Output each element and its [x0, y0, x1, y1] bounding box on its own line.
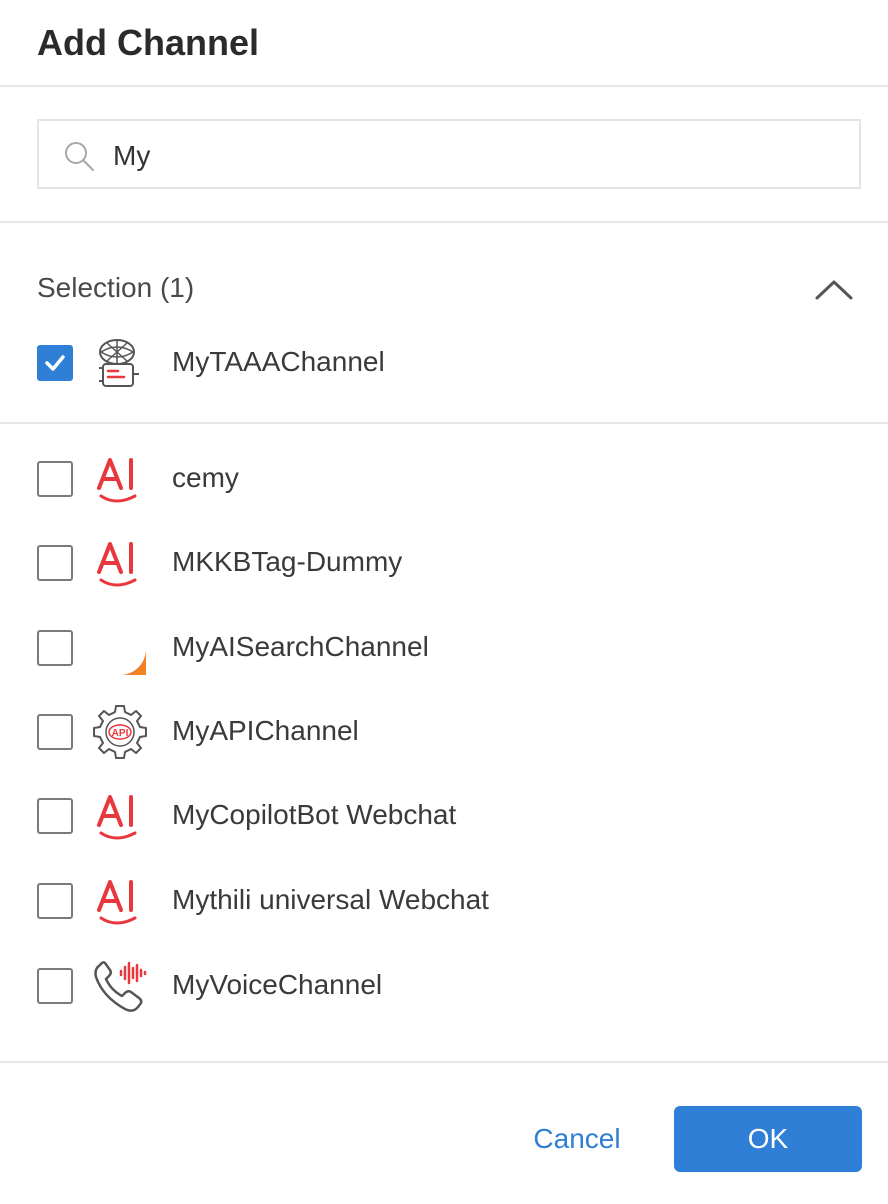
channel-label: MyCopilotBot Webchat — [172, 799, 457, 830]
channel-label: Mythili universal Webchat — [172, 884, 489, 915]
ai-webchat-icon — [97, 458, 137, 503]
taaa-channel-icon — [99, 339, 139, 387]
channel-checkbox[interactable] — [37, 630, 73, 666]
selection-divider — [0, 422, 888, 424]
selection-header[interactable]: Selection (1) — [37, 268, 857, 312]
chevron-up-icon[interactable] — [813, 274, 855, 304]
footer-divider — [0, 1061, 888, 1063]
selection-count-label: Selection (1) — [37, 272, 195, 303]
channel-label: MyVoiceChannel — [172, 969, 383, 1000]
ai-webchat-icon — [97, 795, 137, 840]
channel-checkbox[interactable] — [37, 714, 73, 750]
ai-search-icon — [94, 623, 146, 675]
search-divider — [0, 221, 888, 223]
channel-row[interactable]: Mythili universal Webchat — [37, 871, 857, 931]
ai-webchat-icon — [97, 880, 137, 925]
header-divider — [0, 85, 888, 87]
channel-checkbox[interactable] — [37, 461, 73, 497]
api-gear-icon: API — [93, 705, 147, 759]
channel-label: MyAPIChannel — [172, 715, 359, 746]
channel-row[interactable]: MyVoiceChannel — [37, 956, 857, 1016]
channel-row[interactable]: MyCopilotBot Webchat — [37, 786, 857, 846]
add-channel-dialog: Add Channel Selection (1) — [0, 0, 888, 1204]
channel-label: MyTAAAChannel — [172, 346, 385, 377]
ok-button[interactable]: OK — [674, 1106, 862, 1172]
search-icon — [65, 142, 94, 171]
channel-checkbox-checked[interactable] — [37, 345, 73, 381]
dialog-title: Add Channel — [37, 22, 259, 63]
search-box[interactable] — [37, 119, 861, 189]
channel-checkbox[interactable] — [37, 968, 73, 1004]
channel-checkbox[interactable] — [37, 545, 73, 581]
channel-row[interactable]: MyAISearchChannel — [37, 618, 857, 678]
checkmark-icon — [45, 355, 65, 371]
cancel-button[interactable]: Cancel — [508, 1106, 646, 1172]
channel-row[interactable]: cemy — [37, 449, 857, 509]
voice-phone-icon — [94, 961, 147, 1012]
channel-checkbox[interactable] — [37, 798, 73, 834]
channel-label: cemy — [172, 462, 239, 493]
channel-label: MKKBTag-Dummy — [172, 546, 403, 577]
search-input[interactable] — [111, 133, 815, 179]
channel-row[interactable]: API MyAPIChannel — [37, 702, 857, 762]
channel-label: MyAISearchChannel — [172, 631, 429, 662]
ai-webchat-icon — [97, 542, 137, 587]
channel-checkbox[interactable] — [37, 883, 73, 919]
svg-text:API: API — [112, 728, 129, 739]
selected-channel-row[interactable]: MyTAAAChannel — [37, 333, 857, 393]
channel-row[interactable]: MKKBTag-Dummy — [37, 533, 857, 593]
